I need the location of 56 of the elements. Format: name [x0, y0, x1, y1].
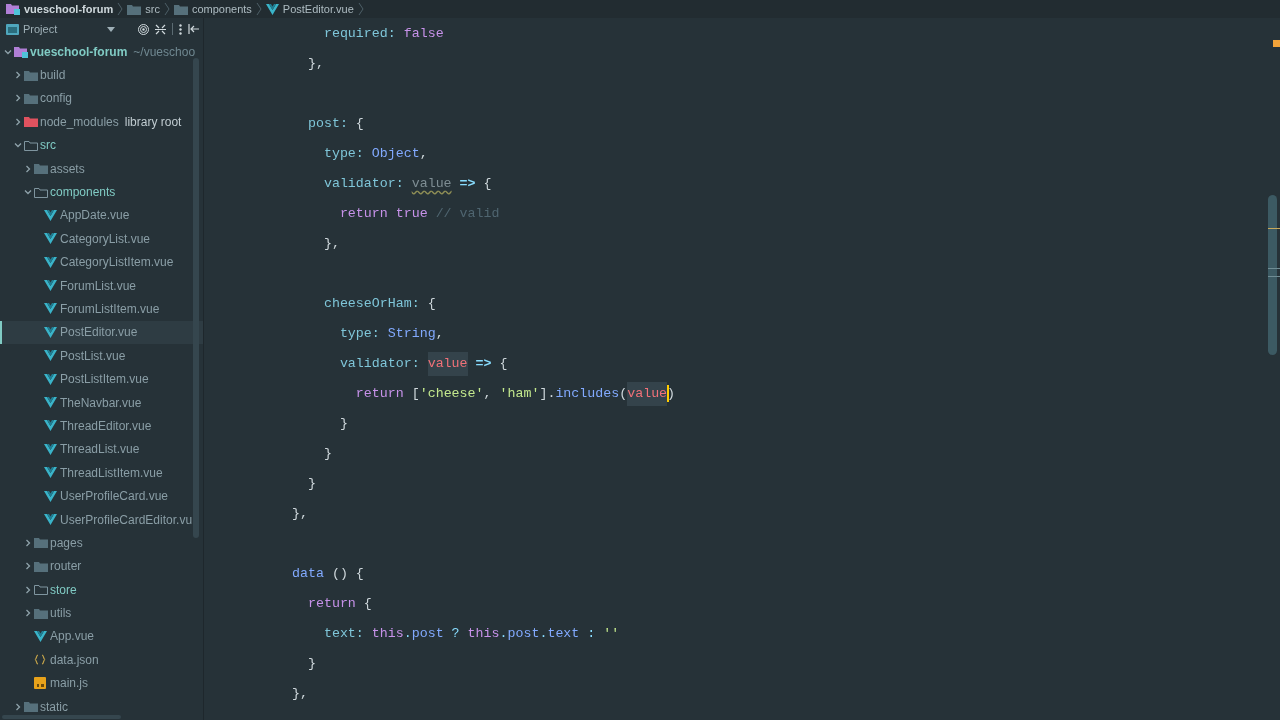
breadcrumb-item[interactable]: PostEditor.vue — [282, 3, 354, 15]
panel-title[interactable]: Project — [23, 23, 58, 35]
tree-item-label: config — [40, 91, 73, 106]
tree-item-label: store — [50, 582, 77, 597]
code-line: cheeseOrHam: { — [322, 295, 436, 313]
tree-item-hint: library root — [124, 114, 182, 129]
tree-item-label: ForumListItem.vue — [60, 302, 160, 316]
tree-item-label: ThreadList.vue — [60, 442, 140, 457]
tree-item-label: ThreadListItem.vue — [60, 465, 163, 480]
tree-item-label: PostListItem.vue — [60, 372, 149, 387]
tree-item-label: node_modules — [40, 114, 119, 129]
code-line: }, — [292, 505, 308, 523]
code-line: type: Object, — [322, 145, 428, 163]
code-line: }, — [306, 55, 324, 73]
breadcrumb-item[interactable]: components — [191, 3, 252, 15]
code-line: return true // valid — [338, 205, 500, 223]
tree-item-hint: ~/vueschoo — [133, 44, 196, 59]
tree-item-label: UserProfileCardEditor.vu — [60, 512, 193, 527]
tree-item-label: pages — [50, 535, 83, 550]
code-line: text: this.post ? this.post.text : '' — [322, 625, 620, 643]
tree-item-label: ThreadEditor.vue — [60, 418, 152, 433]
tree-item-label: CategoryListItem.vue — [60, 255, 174, 270]
code-line: data () { — [292, 565, 364, 583]
tree-item-label: utils — [50, 606, 72, 621]
code-line: return { — [306, 595, 372, 613]
code-line: validator: value => { — [292, 349, 508, 379]
code-line: } — [306, 655, 316, 673]
tree-item-label: static — [40, 699, 68, 714]
tree-item-label: src — [40, 138, 56, 153]
tree-item-label: UserProfileCard.vue — [60, 489, 169, 504]
tree-item-label: App.vue — [50, 629, 95, 644]
code-line: }, — [322, 235, 340, 253]
code-line: return ['cheese', 'ham'].includes(value) — [292, 379, 676, 409]
code-line: } — [338, 415, 348, 433]
tree-item-label: assets — [50, 161, 85, 176]
tree-item-label: TheNavbar.vue — [60, 395, 142, 410]
code-line: type: String, — [338, 325, 444, 343]
tree-item-label: PostEditor.vue — [60, 325, 138, 340]
breadcrumb-item[interactable]: vueschool-forum — [24, 3, 114, 15]
tree-item-label: AppDate.vue — [60, 208, 130, 223]
code-line: }, — [292, 685, 308, 703]
tree-item-label: router — [50, 559, 82, 574]
tree-item-label: data.json — [50, 652, 99, 667]
tree-item-label: components — [50, 185, 116, 200]
code-line: } — [322, 445, 332, 463]
code-line: post: { — [306, 115, 364, 133]
tree-item-label: main.js — [50, 676, 88, 691]
tree-item-label: build — [40, 68, 66, 83]
tree-item-label: CategoryList.vue — [60, 231, 151, 246]
code-line: validator: value => { — [322, 175, 492, 193]
code-line: } — [306, 475, 316, 493]
tree-item-label: ForumList.vue — [60, 278, 137, 293]
tree-item-label: PostList.vue — [60, 348, 126, 363]
tree-item-label: vueschool-forum — [30, 44, 128, 59]
code-line: required: false — [322, 25, 444, 43]
breadcrumb-item[interactable]: src — [145, 3, 160, 15]
